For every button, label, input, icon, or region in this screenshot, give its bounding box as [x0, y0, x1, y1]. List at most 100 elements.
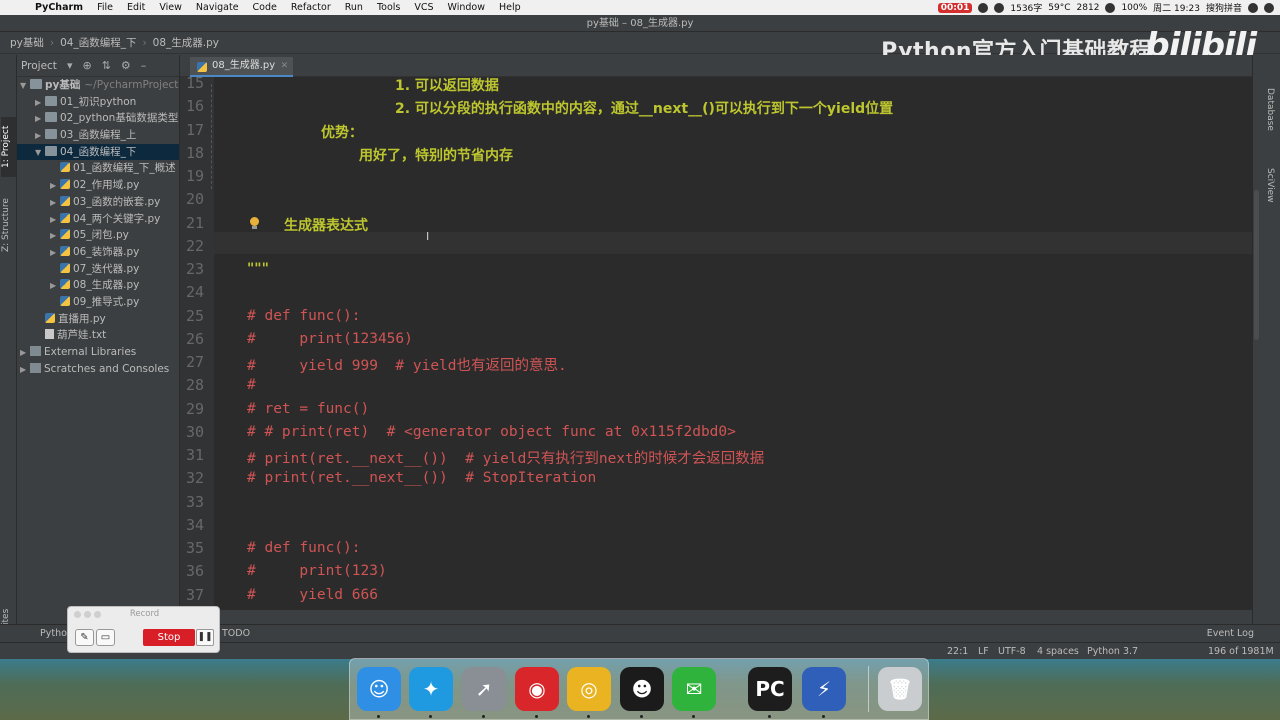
project-tree-item[interactable]: 01_函数编程_下_概述 [17, 160, 179, 177]
wifi-icon[interactable] [1105, 2, 1116, 13]
todo-tab[interactable]: TODO [222, 628, 250, 639]
chevron-right-icon[interactable]: ▶ [20, 362, 30, 379]
chrome-icon[interactable]: ◎ [567, 667, 611, 711]
project-tree-item[interactable]: ▶ 03_函数的嵌套.py [17, 194, 179, 211]
menu-tools[interactable]: Tools [370, 2, 407, 13]
chevron-right-icon[interactable]: ▶ [50, 278, 60, 295]
menu-view[interactable]: View [152, 2, 189, 13]
chevron-down-icon[interactable]: ▾ [67, 59, 73, 72]
tool-window-project-tab[interactable]: 1: Project [1, 117, 16, 177]
breadcrumb-project[interactable]: py基础 [10, 35, 44, 50]
chevron-right-icon[interactable]: ▶ [20, 345, 30, 362]
menu-run[interactable]: Run [338, 2, 370, 13]
tool-window-structure-tab[interactable]: Z: Structure [1, 190, 16, 260]
chevron-right-icon[interactable]: ▶ [50, 228, 60, 245]
line-separator[interactable]: LF [978, 646, 989, 657]
search-icon[interactable] [1248, 2, 1258, 13]
fan-speed-readout[interactable]: 2812 [1077, 3, 1100, 13]
record-time-badge[interactable]: 00:01 [937, 2, 973, 13]
file-encoding[interactable]: UTF-8 [998, 646, 1026, 657]
project-tree-item[interactable]: 直播用.py [17, 311, 179, 328]
project-tree: ▼ py基础 ~/PycharmProjects ▶ 01_初识python ▶ 02_py… [17, 77, 179, 377]
pycharm-icon[interactable]: PC [748, 667, 792, 711]
trash-icon[interactable]: 🗑 [878, 667, 922, 711]
caret-position[interactable]: 22:1 [947, 646, 968, 657]
indent-setting[interactable]: 4 spaces [1037, 646, 1079, 657]
cpu-temp-readout[interactable]: 59°C [1048, 3, 1070, 13]
qq-icon[interactable]: ☻ [620, 667, 664, 711]
menu-edit[interactable]: Edit [120, 2, 152, 13]
project-tree-item[interactable]: ▶ 08_生成器.py [17, 277, 179, 294]
menu-window[interactable]: Window [441, 2, 492, 13]
pen-icon[interactable]: ✎ [75, 629, 94, 646]
project-tree-item[interactable]: ▶ 02_python基础数据类型 [17, 110, 179, 127]
project-tree-item[interactable]: ▼ py基础 ~/PycharmProjects [17, 77, 179, 94]
locate-target-icon[interactable]: ⊕ [82, 59, 91, 72]
flashlight-icon[interactable]: ⚡ [802, 667, 846, 711]
python-interpreter[interactable]: Python 3.7 [1087, 646, 1138, 657]
breadcrumb-file[interactable]: 08_生成器.py [153, 35, 219, 50]
chevron-right-icon[interactable]: ▶ [35, 95, 45, 112]
menu-app-name[interactable]: PyCharm [28, 2, 90, 13]
chevron-down-icon[interactable]: ▼ [35, 145, 45, 162]
menu-help[interactable]: Help [492, 2, 528, 13]
safari-icon[interactable]: ✦ [409, 667, 453, 711]
project-tree-item[interactable]: ▶ 05_闭包.py [17, 227, 179, 244]
chevron-right-icon[interactable]: ▶ [50, 245, 60, 262]
project-tree-item[interactable]: ▶ Scratches and Consoles [17, 361, 179, 378]
project-tree-item[interactable]: 葫芦娃.txt [17, 327, 179, 344]
memory-indicator[interactable]: 196 of 1981M [1208, 646, 1274, 657]
close-icon[interactable]: ✕ [281, 57, 289, 75]
menu-vcs[interactable]: VCS [407, 2, 440, 13]
menu-file[interactable]: File [90, 2, 120, 13]
battery-percent[interactable]: 100% [1121, 3, 1147, 13]
project-tree-item[interactable]: ▶ 01_初识python [17, 94, 179, 111]
hide-panel-icon[interactable]: – [141, 59, 147, 72]
project-tree-item[interactable]: ▶ 04_两个关键字.py [17, 211, 179, 228]
project-tree-item[interactable]: 07_迭代器.py [17, 261, 179, 278]
screen-record-widget: Record ✎ ▭ Stop ❚❚ [67, 606, 220, 653]
menu-list-icon[interactable] [1264, 2, 1274, 13]
library-icon [30, 346, 41, 356]
menu-navigate[interactable]: Navigate [189, 2, 246, 13]
editor-scrollbar[interactable] [1254, 190, 1259, 340]
breadcrumb-folder[interactable]: 04_函数编程_下 [60, 35, 136, 50]
pause-icon[interactable]: ❚❚ [196, 629, 214, 646]
tool-window-sciview-tab[interactable]: SciView [1260, 155, 1275, 215]
menubar-clock[interactable]: 周二 19:23 [1153, 1, 1200, 14]
screen-area-icon[interactable]: ▭ [96, 629, 115, 646]
menu-code[interactable]: Code [246, 2, 284, 13]
collapse-all-icon[interactable]: ⇅ [102, 59, 111, 72]
project-tree-item[interactable]: ▼ 04_函数编程_下 [17, 143, 179, 162]
tool-window-database-tab[interactable]: Database [1260, 77, 1275, 142]
bolt-icon[interactable] [978, 2, 989, 13]
line-number: 36 [185, 562, 204, 581]
project-tree-item[interactable]: ▶ 03_函数编程_上 [17, 127, 179, 144]
event-log-tab[interactable]: Event Log [1207, 628, 1254, 639]
lightbulb-icon[interactable] [250, 217, 260, 229]
chevron-right-icon[interactable]: ▶ [50, 178, 60, 195]
project-view-selector[interactable]: Project [21, 60, 57, 72]
chevron-right-icon[interactable]: ▶ [35, 111, 45, 128]
running-indicator [768, 715, 771, 718]
project-tree-item[interactable]: ▶ 02_作用域.py [17, 177, 179, 194]
launchpad-icon[interactable]: ➚ [462, 667, 506, 711]
project-tree-item[interactable]: ▶ 06_装饰器.py [17, 244, 179, 261]
project-tree-item[interactable]: ▶ External Libraries [17, 344, 179, 361]
chevron-down-icon[interactable]: ▼ [20, 78, 30, 95]
project-tree-item[interactable]: 09_推导式.py [17, 294, 179, 311]
chevron-right-icon[interactable]: ▶ [50, 212, 60, 229]
gear-icon[interactable]: ⚙ [121, 59, 131, 72]
wechat-icon[interactable]: ✉ [672, 667, 716, 711]
word-count-status[interactable]: 1536字 [1010, 1, 1042, 14]
project-tree-item-label: 02_python基础数据类型 [60, 112, 179, 125]
shield-icon[interactable] [994, 2, 1005, 13]
menu-refactor[interactable]: Refactor [284, 2, 338, 13]
stop-button[interactable]: Stop [143, 629, 195, 646]
chevron-right-icon[interactable]: ▶ [50, 195, 60, 212]
input-method[interactable]: 搜狗拼音 [1206, 1, 1242, 14]
chevron-right-icon[interactable]: ▶ [35, 128, 45, 145]
netease-music-icon[interactable]: ◉ [515, 667, 559, 711]
finder-icon[interactable]: ☺ [357, 667, 401, 711]
editor-tab-active[interactable]: 08_生成器.py ✕ [190, 57, 294, 77]
